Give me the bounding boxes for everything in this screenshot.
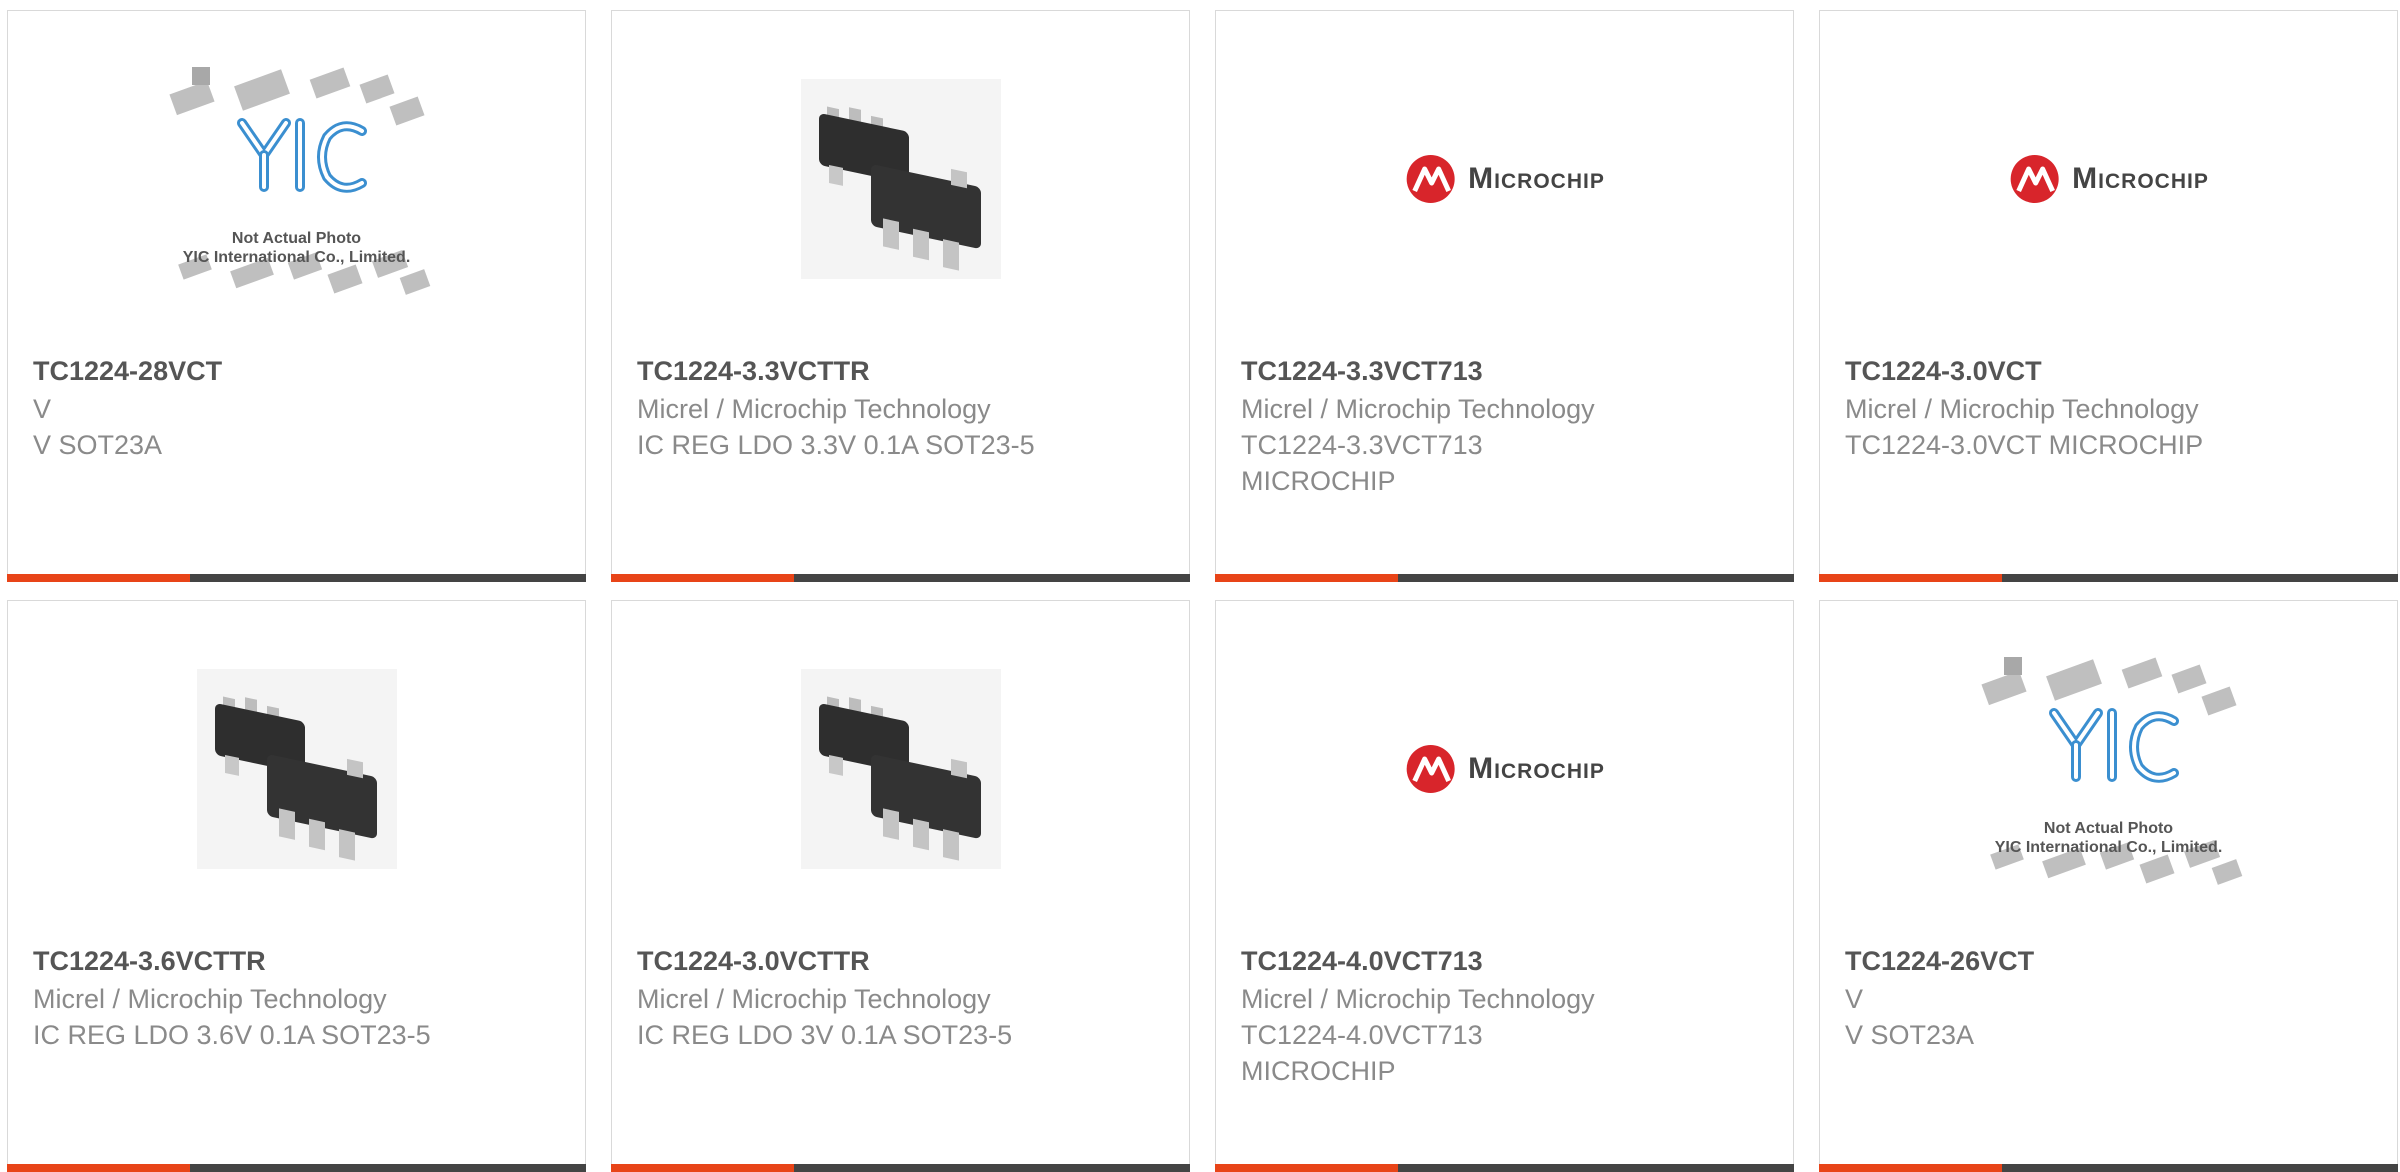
- product-part-number[interactable]: TC1224-28VCT: [33, 353, 222, 389]
- product-description: V SOT23A: [1845, 1020, 1975, 1050]
- sot23-5-chip-photo[interactable]: [612, 11, 1189, 346]
- product-description: MICROCHIP: [1241, 1056, 1396, 1086]
- yic-placeholder-image[interactable]: YIC Not Actual Photo YIC International Co.…: [8, 11, 585, 346]
- not-actual-photo-text: Not Actual Photo: [231, 230, 362, 247]
- product-part-number[interactable]: TC1224-26VCT: [1845, 943, 2034, 979]
- product-part-number[interactable]: TC1224-3.0VCTTR: [637, 943, 870, 979]
- microchip-logo[interactable]: Microchip: [1820, 11, 2397, 346]
- yic-brand-text: YIC: [1820, 741, 2397, 760]
- product-description: TC1224-4.0VCT713: [1241, 1020, 1483, 1050]
- card-accent-bar: [1215, 574, 1398, 582]
- yic-company-text: YIC International Co., Limited.: [182, 249, 411, 266]
- card-accent-bar: [1215, 1164, 1398, 1172]
- microchip-logo[interactable]: Microchip: [1216, 11, 1793, 346]
- product-card[interactable]: TC1224-3.0VCTTR Micrel / Microchip Techno…: [611, 600, 1190, 1172]
- card-bottom-bar: [1819, 1164, 2398, 1172]
- microchip-wordmark: Microchip: [2072, 161, 2209, 195]
- card-bottom-bar: [7, 1164, 586, 1172]
- product-card[interactable]: YIC Not Actual Photo YIC International Co.…: [7, 10, 586, 582]
- product-card[interactable]: YIC Not Actual Photo YIC International Co.…: [1819, 600, 2398, 1172]
- card-accent-bar: [7, 574, 190, 582]
- card-accent-bar: [1819, 574, 2002, 582]
- card-accent-bar: [1819, 1164, 2002, 1172]
- microchip-wordmark: Microchip: [1468, 751, 1605, 785]
- product-description: V SOT23A: [33, 430, 163, 460]
- product-description: TC1224-3.0VCT MICROCHIP: [1845, 430, 2204, 460]
- yic-company-text: YIC International Co., Limited.: [1994, 839, 2223, 856]
- sot23-5-chip-photo[interactable]: [612, 601, 1189, 936]
- yic-brand-text: YIC: [8, 151, 585, 170]
- card-bottom-bar: [1215, 1164, 1794, 1172]
- product-manufacturer: Micrel / Microchip Technology: [1845, 394, 2199, 424]
- product-part-number[interactable]: TC1224-4.0VCT713: [1241, 943, 1483, 979]
- product-description: IC REG LDO 3.3V 0.1A SOT23-5: [637, 430, 1035, 460]
- microchip-logo[interactable]: Microchip: [1216, 601, 1793, 936]
- product-manufacturer: Micrel / Microchip Technology: [1241, 394, 1595, 424]
- product-card[interactable]: TC1224-3.3VCTTR Micrel / Microchip Techno…: [611, 10, 1190, 582]
- product-manufacturer: V: [33, 394, 52, 424]
- product-manufacturer: Micrel / Microchip Technology: [33, 984, 387, 1014]
- product-manufacturer: Micrel / Microchip Technology: [637, 394, 991, 424]
- microchip-wordmark: Microchip: [1468, 161, 1605, 195]
- product-card[interactable]: TC1224-3.6VCTTR Micrel / Microchip Techno…: [7, 600, 586, 1172]
- sot23-5-chip-photo[interactable]: [8, 601, 585, 936]
- card-accent-bar: [611, 574, 794, 582]
- product-part-number[interactable]: TC1224-3.3VCTTR: [637, 353, 870, 389]
- product-part-number[interactable]: TC1224-3.6VCTTR: [33, 943, 266, 979]
- product-part-number[interactable]: TC1224-3.0VCT: [1845, 353, 2042, 389]
- product-part-number[interactable]: TC1224-3.3VCT713: [1241, 353, 1483, 389]
- product-card[interactable]: Microchip TC1224-4.0VCT713 Micrel / Microc…: [1215, 600, 1794, 1172]
- yic-placeholder-image[interactable]: YIC Not Actual Photo YIC International Co.…: [1820, 601, 2397, 936]
- card-bottom-bar: [1215, 574, 1794, 582]
- card-accent-bar: [611, 1164, 794, 1172]
- product-description: TC1224-3.3VCT713: [1241, 430, 1483, 460]
- product-description: MICROCHIP: [1241, 466, 1396, 496]
- card-bottom-bar: [611, 1164, 1190, 1172]
- product-manufacturer: Micrel / Microchip Technology: [1241, 984, 1595, 1014]
- product-description: IC REG LDO 3V 0.1A SOT23-5: [637, 1020, 1013, 1050]
- card-accent-bar: [7, 1164, 190, 1172]
- not-actual-photo-text: Not Actual Photo: [2043, 820, 2174, 837]
- product-card[interactable]: Microchip TC1224-3.3VCT713 Micrel / Microc…: [1215, 10, 1794, 582]
- card-bottom-bar: [7, 574, 586, 582]
- card-bottom-bar: [1819, 574, 2398, 582]
- product-manufacturer: V: [1845, 984, 1864, 1014]
- card-bottom-bar: [611, 574, 1190, 582]
- product-card[interactable]: Microchip TC1224-3.0VCT Micrel / Microchip…: [1819, 10, 2398, 582]
- product-description: IC REG LDO 3.6V 0.1A SOT23-5: [33, 1020, 431, 1050]
- product-manufacturer: Micrel / Microchip Technology: [637, 984, 991, 1014]
